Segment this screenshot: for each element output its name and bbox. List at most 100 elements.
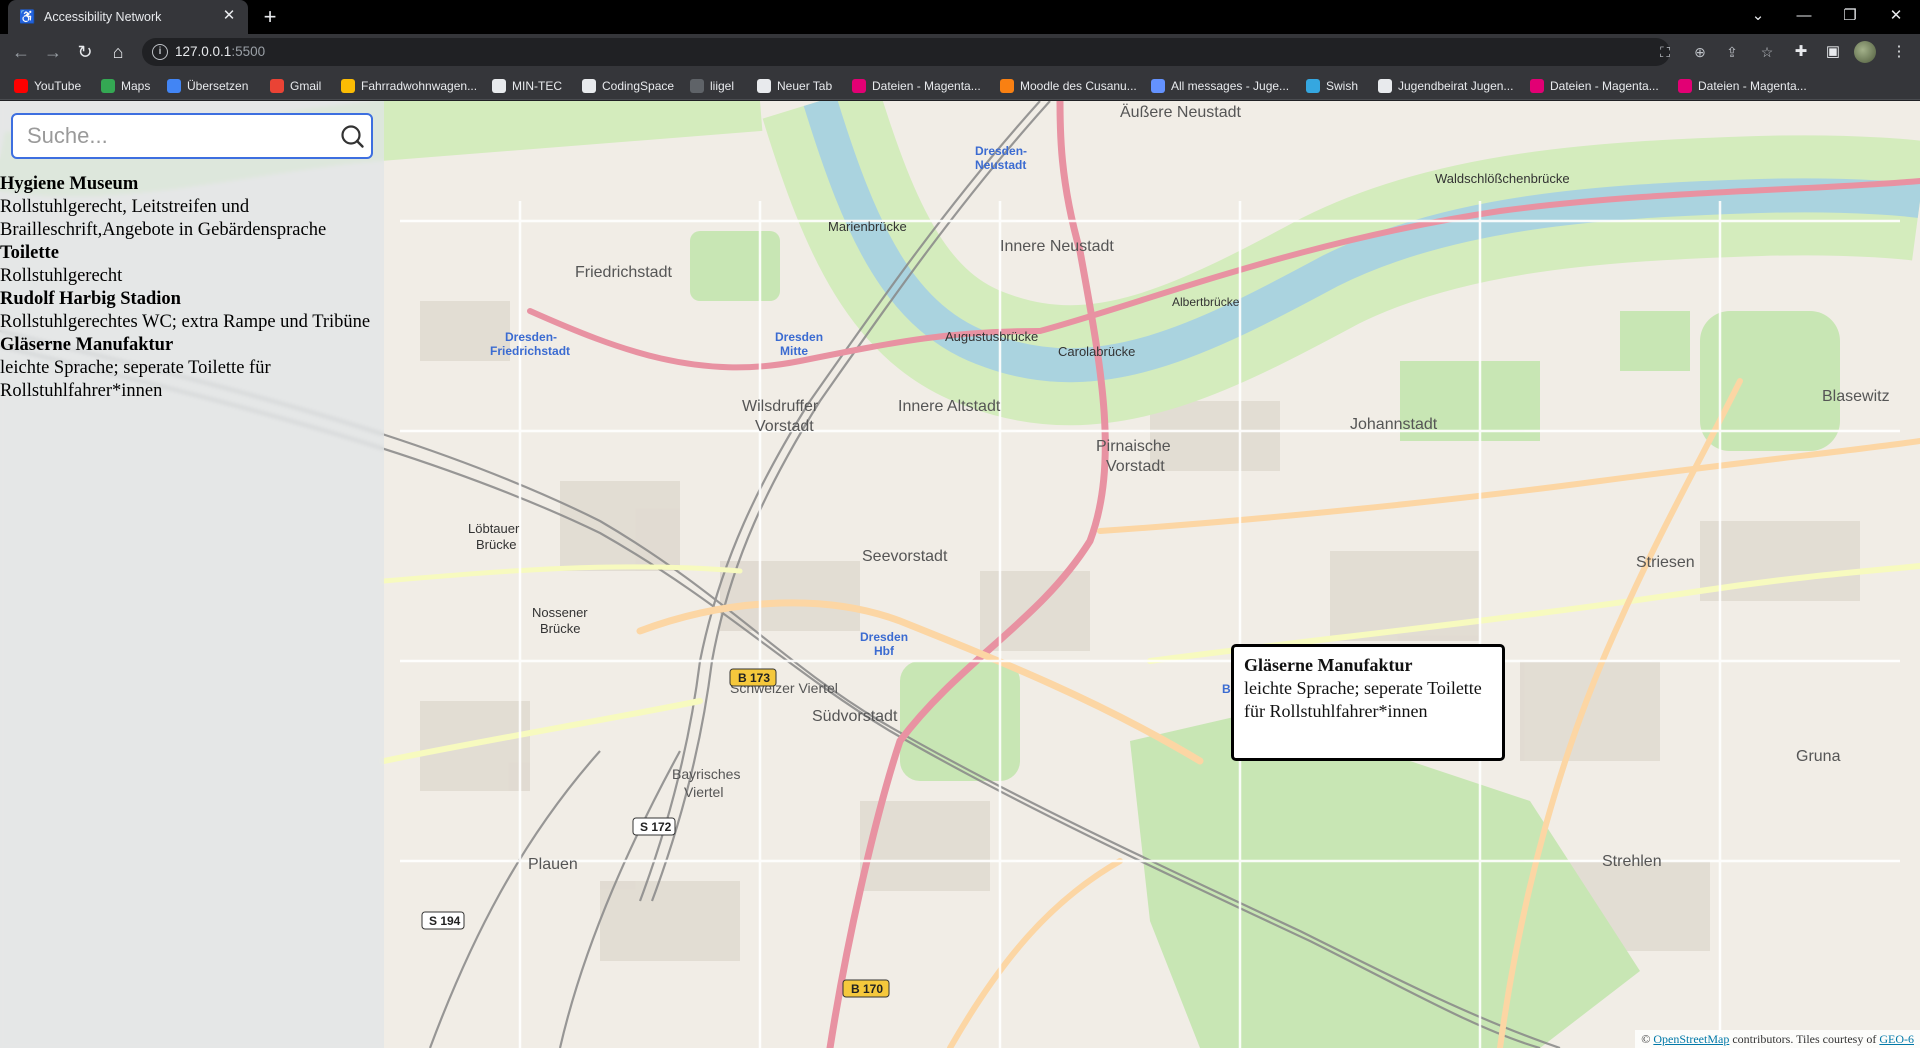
url-text[interactable]: 127.0.0.1:5500 <box>175 44 265 59</box>
accessibility-favicon-icon: ♿ <box>19 9 36 24</box>
drive-icon <box>341 79 355 93</box>
bookmark-item[interactable]: Dateien - Magenta... <box>1530 77 1659 95</box>
bookmark-item[interactable]: All messages - Juge... <box>1151 77 1289 95</box>
bookmark-item[interactable]: Dateien - Magenta... <box>1678 77 1807 95</box>
profile-avatar[interactable] <box>1854 41 1876 63</box>
svg-text:Hbf: Hbf <box>874 644 895 658</box>
liigel-icon <box>690 79 704 93</box>
result-description: Rollstuhlgerecht, Leitstreifen und Brail… <box>0 197 327 240</box>
bookmark-label: Swish <box>1326 79 1359 93</box>
restore-icon[interactable]: ❐ <box>1830 4 1870 28</box>
result-name: Gläserne Manufaktur <box>0 335 174 355</box>
result-name: Hygiene Museum <box>0 174 139 194</box>
back-icon[interactable]: ← <box>9 40 33 64</box>
bookmark-label: YouTube <box>34 79 82 93</box>
bookmark-label: Neuer Tab <box>777 79 833 93</box>
bookmark-label: Dateien - Magenta... <box>872 79 981 93</box>
extensions-icon[interactable]: ✚ <box>1790 41 1812 63</box>
geo6-link[interactable]: GEO-6 <box>1879 1032 1914 1046</box>
home-icon[interactable]: ⌂ <box>106 40 130 64</box>
swish-icon <box>1306 79 1320 93</box>
svg-text:Wilsdruffer: Wilsdruffer <box>742 398 819 415</box>
svg-text:Vorstadt: Vorstadt <box>1106 458 1165 475</box>
share-icon[interactable]: ⇪ <box>1723 43 1741 61</box>
bookmark-item[interactable]: Übersetzen <box>167 77 248 95</box>
search-box[interactable] <box>11 113 373 159</box>
result-item[interactable]: Hygiene Museum Rollstuhlgerecht, Leitstr… <box>0 173 384 242</box>
svg-text:Äußere Neustadt: Äußere Neustadt <box>1120 103 1242 121</box>
address-bar[interactable]: i 127.0.0.1:5500 ⛶ ⊕ ⇪ ☆ <box>142 38 1773 66</box>
svg-text:Brücke: Brücke <box>540 621 580 636</box>
bookmark-label: All messages - Juge... <box>1171 79 1290 93</box>
svg-text:B 170: B 170 <box>851 982 883 996</box>
svg-text:Strehlen: Strehlen <box>1602 853 1662 870</box>
bookmark-item[interactable]: liigel <box>690 77 734 95</box>
svg-text:B 173: B 173 <box>738 671 770 685</box>
svg-text:Striesen: Striesen <box>1636 554 1695 571</box>
result-description: leichte Sprache; seperate Toilette für R… <box>0 358 271 401</box>
result-item[interactable]: Toilette Rollstuhlgerecht <box>0 242 384 288</box>
result-description: Rollstuhlgerecht <box>0 266 123 286</box>
browser-toolbar: ← → ↻ ⌂ i 127.0.0.1:5500 ⛶ ⊕ ⇪ ☆ ✚ ▣ ⋮ <box>0 34 1920 70</box>
svg-text:Vorstadt: Vorstadt <box>755 418 814 435</box>
svg-text:Dresden: Dresden <box>860 630 908 644</box>
translate-icon <box>167 79 181 93</box>
minimize-icon[interactable]: — <box>1784 4 1824 28</box>
bookmark-item[interactable]: YouTube <box>14 77 81 95</box>
bookmark-item[interactable]: CodingSpace <box>582 77 674 95</box>
svg-text:Marienbrücke: Marienbrücke <box>828 219 907 234</box>
bookmark-item[interactable]: Maps <box>101 77 150 95</box>
youtube-icon <box>14 79 28 93</box>
openstreetmap-link[interactable]: OpenStreetMap <box>1653 1032 1729 1046</box>
svg-text:Bayrisches: Bayrisches <box>672 766 740 782</box>
svg-text:Nossener: Nossener <box>532 605 588 620</box>
bookmark-item[interactable]: Neuer Tab <box>757 77 832 95</box>
bookmark-label: Jugendbeirat Jugen... <box>1398 79 1514 93</box>
translate-icon[interactable]: ⛶ <box>1656 43 1674 61</box>
side-panel-icon[interactable]: ▣ <box>1822 41 1844 63</box>
browser-tab[interactable]: ♿ Accessibility Network ✕ <box>8 0 248 34</box>
svg-text:S 194: S 194 <box>429 914 461 928</box>
bookmark-item[interactable]: Swish <box>1306 77 1358 95</box>
tab-search-icon[interactable]: ⌄ <box>1738 4 1778 28</box>
bookmark-label: Dateien - Magenta... <box>1698 79 1807 93</box>
bookmark-item[interactable]: Fahrradwohnwagen... <box>341 77 477 95</box>
svg-text:Plauen: Plauen <box>528 856 578 873</box>
menu-icon[interactable]: ⋮ <box>1888 41 1910 63</box>
close-tab-icon[interactable]: ✕ <box>220 7 238 25</box>
search-icon[interactable] <box>339 123 365 149</box>
zoom-icon[interactable]: ⊕ <box>1691 43 1709 61</box>
magenta-cloud-icon <box>1530 79 1544 93</box>
tab-strip: ♿ Accessibility Network ✕ + ⌄ — ❐ ✕ <box>0 0 1920 34</box>
svg-text:Innere Neustadt: Innere Neustadt <box>1000 238 1114 255</box>
result-name: Toilette <box>0 243 59 263</box>
svg-text:Gruna: Gruna <box>1796 748 1841 765</box>
svg-text:Viertel: Viertel <box>684 784 723 800</box>
bookmark-item[interactable]: Moodle des Cusanu... <box>1000 77 1137 95</box>
svg-text:Seevorstadt: Seevorstadt <box>862 548 948 565</box>
svg-text:Dresden-: Dresden- <box>975 144 1027 158</box>
results-list: Hygiene Museum Rollstuhlgerecht, Leitstr… <box>0 173 384 403</box>
svg-text:Pirnaische: Pirnaische <box>1096 438 1171 455</box>
reload-icon[interactable]: ↻ <box>73 40 97 64</box>
bookmark-label: liigel <box>710 79 735 93</box>
tab-title: Accessibility Network <box>44 10 162 24</box>
map-popup[interactable]: Gläserne Manufaktur leichte Sprache; sep… <box>1231 644 1505 761</box>
new-tab-icon[interactable]: + <box>258 5 282 29</box>
bookmark-label: Fahrradwohnwagen... <box>361 79 478 93</box>
bookmark-item[interactable]: Gmail <box>270 77 321 95</box>
bookmark-star-icon[interactable]: ☆ <box>1758 43 1776 61</box>
bookmark-item[interactable]: MIN-TEC <box>492 77 562 95</box>
search-input[interactable] <box>27 120 327 152</box>
result-item[interactable]: Gläserne Manufaktur leichte Sprache; sep… <box>0 334 384 403</box>
bookmark-item[interactable]: Dateien - Magenta... <box>852 77 981 95</box>
forward-icon[interactable]: → <box>41 40 65 64</box>
popup-title: Gläserne Manufaktur <box>1244 655 1413 675</box>
bookmark-label: Gmail <box>290 79 322 93</box>
bookmark-item[interactable]: Jugendbeirat Jugen... <box>1378 77 1513 95</box>
site-info-icon[interactable]: i <box>152 44 168 60</box>
result-item[interactable]: Rudolf Harbig Stadion Rollstuhlgerechtes… <box>0 288 384 334</box>
svg-text:S 172: S 172 <box>640 820 672 834</box>
close-window-icon[interactable]: ✕ <box>1876 4 1916 28</box>
popup-description: leichte Sprache; seperate Toilette für R… <box>1244 678 1482 721</box>
